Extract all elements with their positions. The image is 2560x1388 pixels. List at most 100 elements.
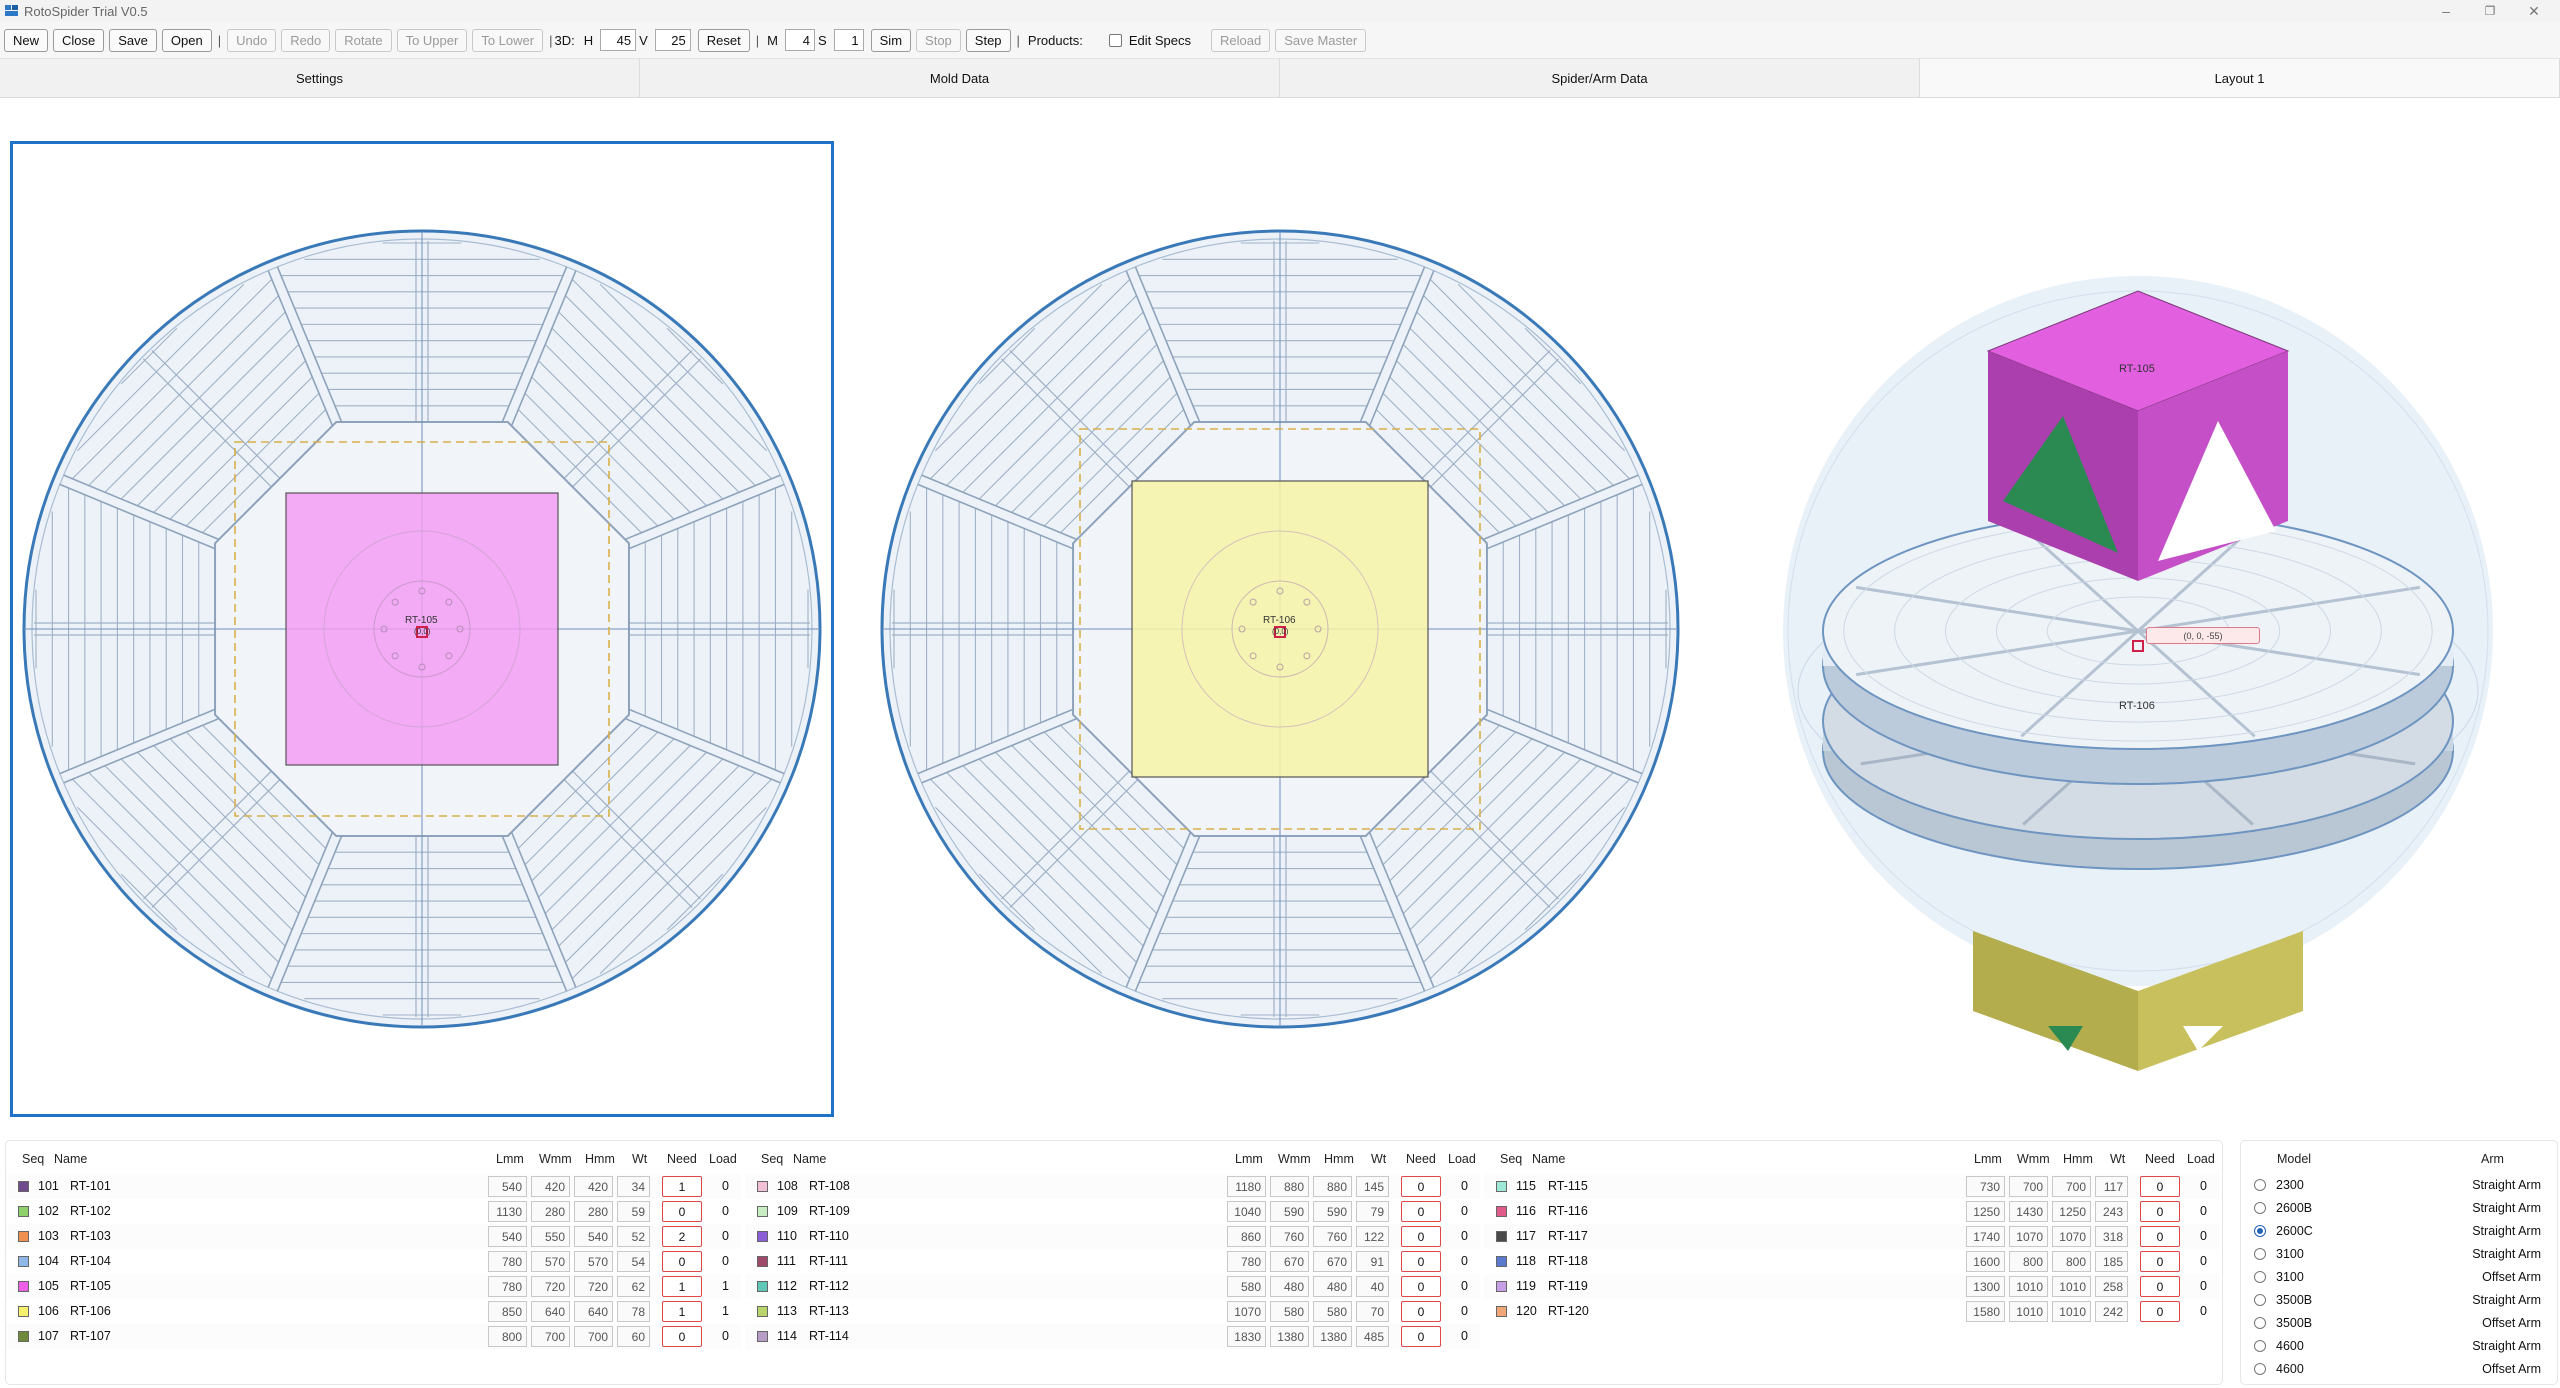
need-input[interactable]: 0 xyxy=(2140,1251,2180,1272)
model-radio[interactable] xyxy=(2254,1179,2266,1191)
need-input[interactable]: 0 xyxy=(1401,1326,1441,1347)
iso-upper-part-label: RT-105 xyxy=(2119,363,2155,375)
table-row[interactable]: 115 RT-115 730 700 700 117 0 0 xyxy=(1484,1174,2219,1199)
need-input[interactable]: 0 xyxy=(1401,1276,1441,1297)
need-input[interactable]: 0 xyxy=(2140,1276,2180,1297)
step-button[interactable]: Step xyxy=(965,28,1011,52)
name-cell: RT-112 xyxy=(809,1279,849,1293)
height-cell: 700 xyxy=(2052,1176,2091,1197)
model-row[interactable]: 2300 Straight Arm xyxy=(2241,1174,2557,1197)
table-row[interactable]: 108 RT-108 1180 880 880 145 0 0 xyxy=(745,1174,1480,1199)
table-row[interactable]: 103 RT-103 540 550 540 52 2 0 xyxy=(6,1224,741,1249)
tab-layout-1[interactable]: Layout 1 xyxy=(1920,58,2560,97)
seq-cell: 102 xyxy=(38,1204,59,1218)
need-input[interactable]: 1 xyxy=(662,1276,702,1297)
model-radio[interactable] xyxy=(2254,1248,2266,1260)
table-row[interactable]: 111 RT-111 780 670 670 91 0 0 xyxy=(745,1249,1480,1274)
model-radio[interactable] xyxy=(2254,1294,2266,1306)
need-input[interactable]: 1 xyxy=(662,1176,702,1197)
model-radio[interactable] xyxy=(2254,1317,2266,1329)
table-row[interactable]: 102 RT-102 1130 280 280 59 0 0 xyxy=(6,1199,741,1224)
table-row[interactable]: 101 RT-101 540 420 420 34 1 0 xyxy=(6,1174,741,1199)
table-row[interactable]: 107 RT-107 800 700 700 60 0 0 xyxy=(6,1324,741,1349)
to-lower-button[interactable]: To Lower xyxy=(472,28,544,52)
new-button[interactable]: New xyxy=(4,28,49,52)
need-input[interactable]: 0 xyxy=(2140,1201,2180,1222)
tab-spider-arm-data[interactable]: Spider/Arm Data xyxy=(1280,58,1920,97)
table-row[interactable]: 105 RT-105 780 720 720 62 1 1 xyxy=(6,1274,741,1299)
name-cell: RT-110 xyxy=(809,1229,849,1243)
color-swatch xyxy=(18,1181,29,1192)
table-row[interactable]: 117 RT-117 1740 1070 1070 318 0 0 xyxy=(1484,1224,2219,1249)
col-header-wt: Wt xyxy=(1371,1152,1387,1166)
width-cell: 640 xyxy=(531,1301,570,1322)
close-window-icon[interactable]: ✕ xyxy=(2512,0,2556,22)
stop-button[interactable]: Stop xyxy=(916,28,961,52)
model-row[interactable]: 3500B Straight Arm xyxy=(2241,1289,2557,1312)
need-input[interactable]: 0 xyxy=(1401,1226,1441,1247)
length-cell: 1580 xyxy=(1966,1301,2005,1322)
table-row[interactable]: 118 RT-118 1600 800 800 185 0 0 xyxy=(1484,1249,2219,1274)
reload-button[interactable]: Reload xyxy=(1211,28,1271,52)
model-row[interactable]: 4600 Offset Arm xyxy=(2241,1358,2557,1381)
name-cell: RT-102 xyxy=(70,1204,111,1218)
v-angle-input[interactable]: 25 xyxy=(654,29,691,51)
length-cell: 780 xyxy=(488,1276,527,1297)
need-input[interactable]: 0 xyxy=(1401,1176,1441,1197)
undo-button[interactable]: Undo xyxy=(227,28,277,52)
redo-button[interactable]: Redo xyxy=(281,28,331,52)
tab-settings[interactable]: Settings xyxy=(0,58,640,97)
layout-canvas[interactable]: RT-105 (0,0) RT-106 (0,0) RT-105 RT-106 … xyxy=(0,99,2560,1129)
table-row[interactable]: 106 RT-106 850 640 640 78 1 1 xyxy=(6,1299,741,1324)
model-row[interactable]: 3500B Offset Arm xyxy=(2241,1312,2557,1335)
model-row[interactable]: 3100 Offset Arm xyxy=(2241,1266,2557,1289)
reset-button[interactable]: Reset xyxy=(697,28,750,52)
to-upper-button[interactable]: To Upper xyxy=(396,28,468,52)
need-input[interactable]: 0 xyxy=(1401,1301,1441,1322)
edit-specs-checkbox[interactable] xyxy=(1108,33,1122,47)
need-input[interactable]: 0 xyxy=(662,1251,702,1272)
need-input[interactable]: 2 xyxy=(662,1226,702,1247)
sim-button[interactable]: Sim xyxy=(870,28,912,52)
table-row[interactable]: 110 RT-110 860 760 760 122 0 0 xyxy=(745,1224,1480,1249)
save-button[interactable]: Save xyxy=(109,28,157,52)
model-radio[interactable] xyxy=(2254,1225,2266,1237)
need-input[interactable]: 0 xyxy=(1401,1201,1441,1222)
table-row[interactable]: 120 RT-120 1580 1010 1010 242 0 0 xyxy=(1484,1299,2219,1324)
m-input[interactable]: 4 xyxy=(784,29,815,51)
model-radio[interactable] xyxy=(2254,1271,2266,1283)
model-radio[interactable] xyxy=(2254,1202,2266,1214)
table-row[interactable]: 113 RT-113 1070 580 580 70 0 0 xyxy=(745,1299,1480,1324)
need-input[interactable]: 0 xyxy=(2140,1176,2180,1197)
iso-3d-view[interactable] xyxy=(1783,276,2493,1071)
model-row[interactable]: 3100 Straight Arm xyxy=(2241,1243,2557,1266)
need-input[interactable]: 0 xyxy=(1401,1251,1441,1272)
model-radio[interactable] xyxy=(2254,1363,2266,1375)
rotate-button[interactable]: Rotate xyxy=(335,28,392,52)
table-row[interactable]: 104 RT-104 780 570 570 54 0 0 xyxy=(6,1249,741,1274)
table-row[interactable]: 114 RT-114 1830 1380 1380 485 0 0 xyxy=(745,1324,1480,1349)
need-input[interactable]: 0 xyxy=(2140,1301,2180,1322)
model-row[interactable]: 2600B Straight Arm xyxy=(2241,1197,2557,1220)
model-row[interactable]: 4600 Straight Arm xyxy=(2241,1335,2557,1358)
model-radio[interactable] xyxy=(2254,1340,2266,1352)
model-cell: 2600C xyxy=(2276,1224,2313,1238)
s-input[interactable]: 1 xyxy=(833,29,864,51)
minimize-icon[interactable]: – xyxy=(2424,0,2468,22)
need-input[interactable]: 0 xyxy=(662,1201,702,1222)
close-button[interactable]: Close xyxy=(53,28,105,52)
table-row[interactable]: 109 RT-109 1040 590 590 79 0 0 xyxy=(745,1199,1480,1224)
maximize-icon[interactable]: ❐ xyxy=(2468,0,2512,22)
table-row[interactable]: 116 RT-116 1250 1430 1250 243 0 0 xyxy=(1484,1199,2219,1224)
model-row[interactable]: 2600C Straight Arm xyxy=(2241,1220,2557,1243)
tab-mold-data[interactable]: Mold Data xyxy=(640,58,1280,97)
table-row[interactable]: 119 RT-119 1300 1010 1010 258 0 0 xyxy=(1484,1274,2219,1299)
col-header-load: Load xyxy=(709,1152,737,1166)
h-angle-input[interactable]: 45 xyxy=(600,29,637,51)
table-row[interactable]: 112 RT-112 580 480 480 40 0 0 xyxy=(745,1274,1480,1299)
open-button[interactable]: Open xyxy=(161,28,212,52)
need-input[interactable]: 0 xyxy=(662,1326,702,1347)
save-master-button[interactable]: Save Master xyxy=(1275,28,1367,52)
need-input[interactable]: 1 xyxy=(662,1301,702,1322)
need-input[interactable]: 0 xyxy=(2140,1226,2180,1247)
